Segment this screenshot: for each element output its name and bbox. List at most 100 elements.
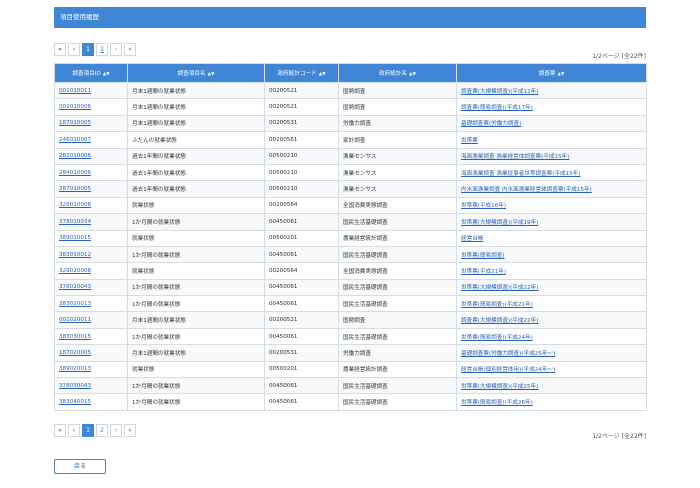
last-page-button[interactable]: » [124,424,136,437]
page-2-button[interactable]: 2 [96,424,108,437]
stat-name-cell: 国民生活基礎調査 [338,377,457,395]
form-link[interactable]: 世帯票(大規模調査)(平成22年) [456,278,647,297]
prev-page-button[interactable]: ‹ [68,43,80,56]
page-1-button[interactable]: 1 [82,43,94,56]
form-link[interactable]: 世帯票(大規模調査)(平成25年) [456,377,647,395]
form-link[interactable]: 経営台帳(個別経営体用)(平成24年〜) [456,360,647,379]
item-id-link[interactable]: 287010005 [54,180,128,198]
back-button[interactable]: 戻る [54,459,106,474]
item-id-link[interactable]: 187020005 [54,344,128,362]
item-id-link[interactable]: 187010005 [54,114,128,133]
form-link[interactable]: 調査票(簡易調査)(平成17年) [456,98,647,116]
item-name-cell: 月末1週間の就業状態 [127,344,265,362]
item-name-cell: 過去1年間の就業状態 [127,147,265,165]
form-link[interactable]: 世帯票(平成21年) [456,262,647,280]
next-page-button[interactable]: › [110,43,122,56]
stat-name-cell: 国民生活基礎調査 [338,295,457,313]
stat-name-cell: 国民生活基礎調査 [338,278,457,297]
item-id-link[interactable]: 001020011 [54,311,128,329]
last-page-button[interactable]: » [124,43,136,56]
stat-name-cell: 国民生活基礎調査 [338,245,457,264]
sort-icon: ▲▼ [102,72,110,77]
form-link[interactable]: 調査票(大規模調査)(平成12年) [456,81,647,100]
item-id-link[interactable]: 378030043 [54,377,128,395]
prev-page-button[interactable]: ‹ [68,424,80,437]
stat-code-cell: 00450061 [264,295,339,313]
page-1-button[interactable]: 1 [82,424,94,437]
form-link[interactable]: 世帯票(簡易調査)(平成21年) [456,295,647,313]
stat-name-cell: 国民生活基礎調査 [338,327,457,346]
table-row: 389020013 就業状態 00500201 農業経営統計調査 経営台帳(個別経営体用… [54,360,647,379]
usage-history-table: 調査項目ID ▲▼ 調査項目名 ▲▼ 政府統計コード ▲▼ 政府統計名 ▲▼ 調査票 ▲▼… [54,63,647,411]
column-header-form[interactable]: 調査票 ▲▼ [456,63,647,83]
stat-name-cell: 国民生活基礎調査 [338,213,457,231]
table-row: 383030015 1か月間の就業状態 00450061 国民生活基礎調査 世帯票(簡易… [54,327,647,346]
form-link[interactable]: 世帯票 [456,131,647,149]
table-row: 187020005 月末1週間の就業状態 00200531 労働力調査 基礎調査票(労働… [54,344,647,362]
item-id-link[interactable]: 002010006 [54,98,128,116]
item-id-link[interactable]: 246010007 [54,131,128,149]
column-header-item-id[interactable]: 調査項目ID ▲▼ [54,63,128,83]
table-row: 001020011 月末1週間の就業状態 00200521 国勢調査 調査票(大規模調査… [54,311,647,329]
item-name-cell: 月末1週間の就業状態 [127,311,265,329]
form-link[interactable]: 世帯票(簡易調査)(平成26年) [456,393,647,411]
item-name-cell: 1か月間の就業状態 [127,393,265,411]
sort-icon: ▲▼ [557,72,565,77]
sort-icon: ▲▼ [207,72,215,77]
form-link[interactable]: 調査票(大規模調査)(平成22年) [456,311,647,329]
stat-code-cell: 00450061 [264,327,339,346]
stat-name-cell: 漁業センサス [338,147,457,165]
form-link[interactable]: 海面漁業調査 漁業従事者世帯調査票(平成15年) [456,163,647,182]
form-link[interactable]: 世帯票(簡易調査) [456,245,647,264]
form-link[interactable]: 経営台帳 [456,229,647,247]
column-header-stat-name[interactable]: 政府統計名 ▲▼ [338,63,457,83]
item-id-link[interactable]: 383030015 [54,327,128,346]
form-link[interactable]: 基礎調査票(労働力調査)(平成25年〜) [456,344,647,362]
item-id-link[interactable]: 329010008 [54,196,128,215]
stat-name-cell: 農業経営統計調査 [338,360,457,379]
item-id-link[interactable]: 383040015 [54,393,128,411]
form-link[interactable]: 海面漁業調査 漁業経営体調査票(平成15年) [456,147,647,165]
item-name-cell: 1か月間の就業状態 [127,213,265,231]
page-2-button[interactable]: 2 [96,43,108,56]
stat-name-cell: 国勢調査 [338,81,457,100]
sort-icon: ▲▼ [409,72,416,77]
item-id-link[interactable]: 389010015 [54,229,128,247]
first-page-button[interactable]: « [54,43,66,56]
item-id-link[interactable]: 383020013 [54,295,128,313]
item-id-link[interactable]: 378010034 [54,213,128,231]
stat-code-cell: 00500201 [264,360,339,379]
form-link[interactable]: 世帯票(平成16年) [456,196,647,215]
section-header: 項目使用履歴 [54,7,646,28]
stat-code-cell: 00500210 [264,180,339,198]
stat-name-cell: 家計調査 [338,131,457,149]
column-header-item-name[interactable]: 調査項目名 ▲▼ [127,63,265,83]
pagination-bottom: « ‹ 1 2 › » [54,424,136,437]
page-count-bottom: 1/2ページ [全22件] [592,433,646,440]
item-id-link[interactable]: 378020043 [54,278,128,297]
item-name-cell: 1か月間の就業状態 [127,377,265,395]
item-id-link[interactable]: 389020013 [54,360,128,379]
next-page-button[interactable]: › [110,424,122,437]
form-link[interactable]: 世帯票(簡易調査)(平成24年) [456,327,647,346]
form-link[interactable]: 世帯票(大規模調査)(平成19年) [456,213,647,231]
item-id-link[interactable]: 001010011 [54,81,128,100]
form-link[interactable]: 内水面漁業調査 内水面漁業経営体調査票(平成15年) [456,180,647,198]
stat-code-cell: 00200521 [264,311,339,329]
item-name-cell: 月末1週間の就業状態 [127,81,265,100]
stat-code-cell: 00500210 [264,147,339,165]
section-title: 項目使用履歴 [60,13,99,21]
form-link[interactable]: 基礎調査票(労働力調査) [456,114,647,133]
stat-code-cell: 00200521 [264,81,339,100]
stat-name-cell: 国勢調査 [338,98,457,116]
first-page-button[interactable]: « [54,424,66,437]
stat-code-cell: 00200561 [264,131,339,149]
column-header-stat-code[interactable]: 政府統計コード ▲▼ [264,63,339,83]
item-id-link[interactable]: 284010006 [54,163,128,182]
item-id-link[interactable]: 282010006 [54,147,128,165]
item-id-link[interactable]: 329020008 [54,262,128,280]
item-id-link[interactable]: 383010012 [54,245,128,264]
table-row: 378010034 1か月間の就業状態 00450061 国民生活基礎調査 世帯票(大規… [54,213,647,231]
stat-code-cell: 00500210 [264,163,339,182]
stat-code-cell: 00200564 [264,196,339,215]
